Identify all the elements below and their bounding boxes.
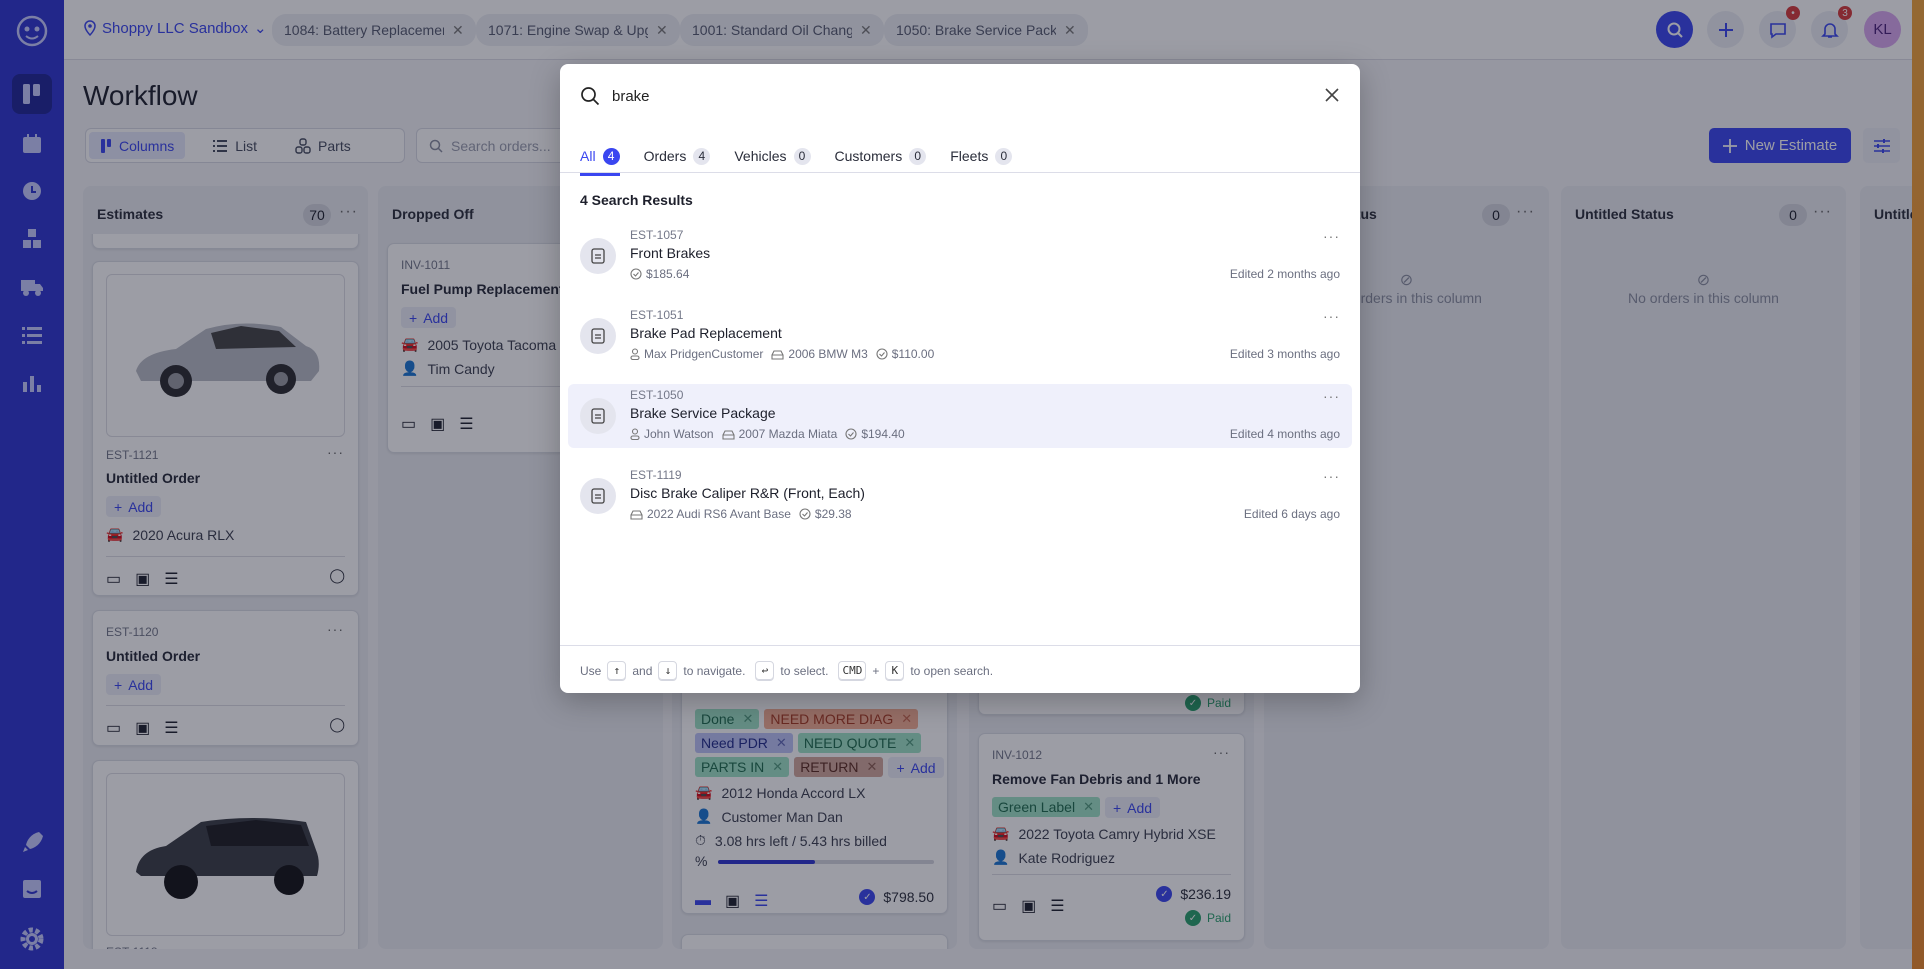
person-icon — [630, 428, 640, 440]
tab-count: 0 — [793, 147, 811, 165]
result-id: EST-1057 — [630, 228, 684, 242]
amount-value: $185.64 — [646, 267, 690, 281]
arrow-up-key: ↑ — [607, 661, 627, 680]
car-icon — [771, 349, 784, 360]
search-result[interactable]: EST-1051 Brake Pad Replacement Max Pridg… — [568, 304, 1352, 368]
search-result[interactable]: EST-1119 Disc Brake Caliper R&R (Front, … — [568, 464, 1352, 528]
tab-label: Customers — [834, 148, 903, 164]
customer-name: Max PridgenCustomer — [644, 347, 764, 361]
cmd-key: CMD — [838, 661, 867, 680]
vehicle: 2007 Mazda Miata — [722, 427, 838, 441]
result-menu-button[interactable]: ··· — [1323, 468, 1340, 484]
result-title: Disc Brake Caliper R&R (Front, Each) — [630, 485, 865, 501]
amount-value: $29.38 — [814, 507, 852, 521]
close-icon — [1324, 87, 1340, 103]
hint-text: to navigate. — [683, 663, 746, 678]
tab-count: 4 — [693, 147, 711, 165]
amount: $110.00 — [876, 347, 935, 361]
tab-count: 0 — [995, 147, 1013, 165]
hint-text: to select. — [780, 663, 829, 678]
check-circle-icon — [876, 348, 888, 360]
hint-text: + — [872, 663, 880, 678]
customer-name: John Watson — [644, 427, 714, 441]
search-row — [580, 86, 1212, 106]
amount-value: $194.40 — [861, 427, 905, 441]
result-id: EST-1051 — [630, 308, 684, 322]
search-modal: All 4 Orders 4 Vehicles 0 Customers 0 Fleets 0 4 … — [560, 64, 1360, 693]
document-icon — [580, 238, 616, 274]
result-tabs: All 4 Orders 4 Vehicles 0 Customers 0 Fleets 0 — [580, 141, 1013, 176]
search-result[interactable]: EST-1050 Brake Service Package John Wats… — [568, 384, 1352, 448]
result-menu-button[interactable]: ··· — [1323, 308, 1340, 324]
result-id: EST-1050 — [630, 388, 684, 402]
keyboard-hints: Use ↑ and ↓ to navigate. ↩ to select. CM… — [580, 661, 993, 680]
hint-text: to open search. — [910, 663, 994, 678]
car-icon — [722, 429, 735, 440]
result-meta: $185.64 — [630, 267, 689, 281]
result-title: Front Brakes — [630, 245, 711, 261]
tab-label: Orders — [643, 148, 687, 164]
tab-label: Fleets — [950, 148, 989, 164]
tab-all[interactable]: All 4 — [580, 141, 620, 176]
document-icon — [580, 478, 616, 514]
tab-orders[interactable]: Orders 4 — [644, 141, 711, 171]
result-id: EST-1119 — [630, 468, 682, 482]
amount: $29.38 — [799, 507, 852, 521]
result-menu-button[interactable]: ··· — [1323, 388, 1340, 404]
tab-label: Vehicles — [734, 148, 787, 164]
customer: Max PridgenCustomer — [630, 347, 763, 361]
tab-fleets[interactable]: Fleets 0 — [950, 141, 1013, 171]
result-meta: Max PridgenCustomer 2006 BMW M3 $110.00 — [630, 347, 934, 361]
tab-label: All — [580, 148, 596, 164]
k-key: K — [885, 661, 905, 680]
search-input[interactable] — [612, 87, 1212, 105]
result-title: Brake Service Package — [630, 405, 776, 421]
close-button[interactable] — [1324, 87, 1340, 103]
vehicle-name: 2022 Audi RS6 Avant Base — [647, 507, 791, 521]
hint-text: and — [632, 663, 653, 678]
search-icon — [580, 86, 600, 106]
amount: $185.64 — [630, 267, 689, 281]
tab-count: 0 — [909, 147, 927, 165]
tab-customers[interactable]: Customers 0 — [835, 141, 927, 171]
result-title: Brake Pad Replacement — [630, 325, 782, 341]
tab-count: 4 — [602, 147, 620, 165]
divider — [560, 645, 1360, 646]
edited-time: Edited 2 months ago — [1229, 267, 1340, 281]
enter-key: ↩ — [755, 661, 775, 680]
car-icon — [630, 509, 643, 520]
hint-text: Use — [580, 663, 602, 678]
edited-time: Edited 6 days ago — [1243, 507, 1340, 521]
vehicle: 2022 Audi RS6 Avant Base — [630, 507, 791, 521]
document-icon — [580, 398, 616, 434]
customer: John Watson — [630, 427, 714, 441]
search-result[interactable]: EST-1057 Front Brakes $185.64 ··· Edited… — [568, 224, 1352, 288]
arrow-down-key: ↓ — [658, 661, 678, 680]
result-menu-button[interactable]: ··· — [1323, 228, 1340, 244]
amount: $194.40 — [845, 427, 905, 441]
vehicle-name: 2006 BMW M3 — [788, 347, 868, 361]
document-icon — [580, 318, 616, 354]
divider — [560, 172, 1360, 173]
check-circle-icon — [845, 428, 857, 440]
check-circle-icon — [630, 268, 642, 280]
edited-time: Edited 3 months ago — [1229, 347, 1340, 361]
person-icon — [630, 348, 640, 360]
edited-time: Edited 4 months ago — [1229, 427, 1340, 441]
amount-value: $110.00 — [891, 347, 935, 361]
tab-vehicles[interactable]: Vehicles 0 — [734, 141, 811, 171]
result-meta: 2022 Audi RS6 Avant Base $29.38 — [630, 507, 852, 521]
result-meta: John Watson 2007 Mazda Miata $194.40 — [630, 427, 905, 441]
vehicle-name: 2007 Mazda Miata — [738, 427, 838, 441]
results-heading: 4 Search Results — [580, 192, 693, 208]
check-circle-icon — [799, 508, 811, 520]
vehicle: 2006 BMW M3 — [771, 347, 868, 361]
